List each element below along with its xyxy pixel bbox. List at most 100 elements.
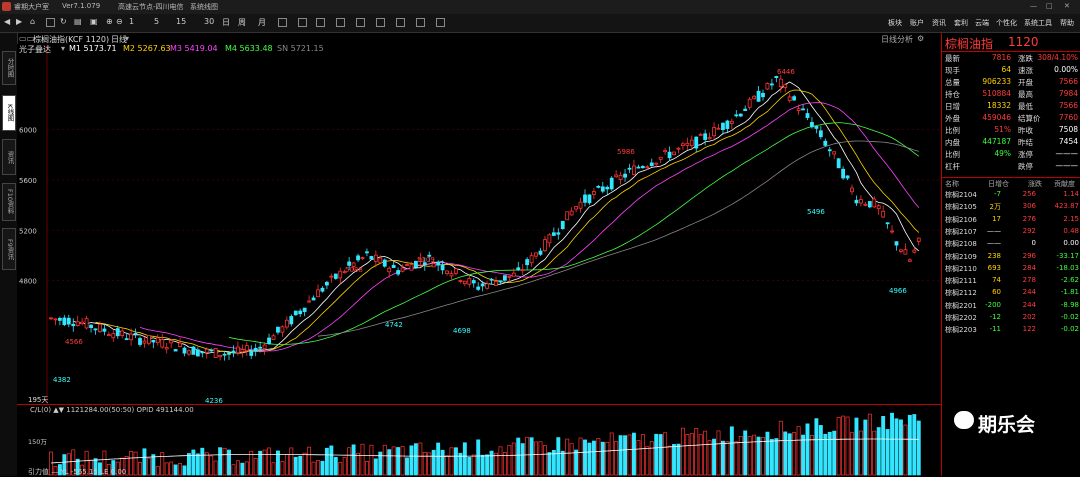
volume-bar bbox=[854, 417, 859, 476]
volume-bar bbox=[200, 447, 205, 476]
volume-bar bbox=[894, 418, 899, 476]
contract-row[interactable]: 棕榈2105 2万 306 423.87 bbox=[942, 202, 1080, 214]
tab-kline[interactable]: K线图 bbox=[2, 95, 16, 131]
alert-icon[interactable] bbox=[376, 18, 385, 27]
layout-icon[interactable] bbox=[436, 18, 445, 27]
volume-bar bbox=[351, 444, 356, 476]
volume-bar bbox=[360, 443, 365, 476]
contract-row[interactable]: 棕榈2111 74 278 -2.62 bbox=[942, 276, 1080, 288]
period-day[interactable]: 日 bbox=[222, 17, 230, 28]
contract-header-cell[interactable]: 涨跌 bbox=[1028, 179, 1042, 189]
candle-body bbox=[458, 280, 463, 282]
candle-body bbox=[195, 349, 200, 357]
contract-header-cell[interactable]: 贡献度 bbox=[1054, 179, 1075, 189]
tab-news[interactable]: 资讯 bbox=[2, 139, 16, 175]
forward-icon[interactable]: ▶ bbox=[16, 17, 22, 26]
candle-body bbox=[698, 133, 703, 136]
volume-bar bbox=[409, 445, 414, 476]
tab-f9[interactable]: F9资讯 bbox=[2, 228, 16, 270]
chart-icon[interactable]: ▤ bbox=[74, 17, 82, 26]
window-label[interactable]: 系统线图 bbox=[190, 2, 218, 12]
contract-header-cell[interactable]: 名称 bbox=[945, 179, 959, 189]
candle-body bbox=[307, 300, 312, 303]
list-icon[interactable] bbox=[46, 18, 55, 27]
chart-settings-icon[interactable]: ⚙ bbox=[917, 34, 924, 43]
contract-row[interactable]: 棕榈2112 60 244 -1.81 bbox=[942, 288, 1080, 300]
candle-body bbox=[525, 259, 530, 266]
contract-row[interactable]: 棕榈2110 693 284 -18.03 bbox=[942, 264, 1080, 276]
menu-news[interactable]: 资讯 bbox=[932, 18, 946, 28]
tab-f10[interactable]: F10资料 bbox=[2, 183, 16, 221]
tab-intraday[interactable]: 分时图 bbox=[2, 51, 16, 85]
indicator-name[interactable]: 光子叠达 bbox=[19, 44, 51, 55]
contract-row[interactable]: 棕榈2108 —— 0 0.00 bbox=[942, 239, 1080, 251]
menu-personalize[interactable]: 个性化 bbox=[996, 18, 1017, 28]
kline-chart[interactable]: 6446 5986 5496 5088 5109 4742 4698 4566 4382 4236… bbox=[17, 44, 941, 404]
volume-bar bbox=[436, 442, 441, 476]
menu-account[interactable]: 账户 bbox=[910, 18, 924, 28]
period-15[interactable]: 15 bbox=[176, 17, 186, 26]
candle-body bbox=[253, 347, 258, 352]
line-icon[interactable] bbox=[316, 18, 325, 27]
candle-body bbox=[801, 108, 805, 111]
calc-icon[interactable] bbox=[356, 18, 365, 27]
period-5[interactable]: 5 bbox=[154, 17, 159, 26]
close-button[interactable]: ✕ bbox=[1064, 2, 1070, 10]
candle-body bbox=[462, 280, 467, 285]
indicator-chevron-icon[interactable]: ▾ bbox=[61, 44, 65, 53]
contract-row[interactable]: 棕榈2107 —— 292 0.48 bbox=[942, 227, 1080, 239]
contract-row[interactable]: 棕榈2202 -12 202 -0.02 bbox=[942, 313, 1080, 325]
candle-body bbox=[431, 263, 436, 268]
back-icon[interactable]: ◀ bbox=[4, 17, 10, 26]
volume-chart[interactable] bbox=[17, 404, 941, 477]
candle-body bbox=[574, 206, 578, 210]
volume-bar bbox=[707, 440, 712, 476]
divider bbox=[942, 177, 1080, 178]
period-week[interactable]: 周 bbox=[238, 17, 246, 28]
contract-row[interactable]: 棕榈2203 -11 122 -0.02 bbox=[942, 325, 1080, 337]
volume-bar bbox=[498, 446, 503, 476]
period-month[interactable]: 月 bbox=[258, 17, 266, 28]
menu-tools[interactable]: 系统工具 bbox=[1024, 18, 1052, 28]
candle-body bbox=[235, 346, 240, 354]
refresh-icon[interactable]: ↻ bbox=[60, 17, 67, 26]
candle-body bbox=[645, 166, 650, 169]
price-label: 4236 bbox=[205, 397, 223, 404]
candle-body bbox=[191, 346, 196, 355]
period-1[interactable]: 1 bbox=[129, 17, 134, 26]
candle-body bbox=[49, 317, 53, 320]
volume-bar bbox=[654, 433, 659, 476]
volume-bar bbox=[431, 449, 436, 476]
candle-body bbox=[529, 255, 534, 264]
contract-row[interactable]: 棕榈2201 -200 244 -8.98 bbox=[942, 301, 1080, 313]
chevron-down-icon[interactable]: ▾ bbox=[125, 34, 129, 43]
zoom-out-icon[interactable]: ⊖ bbox=[116, 17, 123, 26]
contract-row[interactable]: 棕榈2104 -7 256 1.14 bbox=[942, 190, 1080, 202]
user-icon[interactable] bbox=[416, 18, 425, 27]
volume-bar bbox=[271, 462, 276, 476]
contract-row[interactable]: 棕榈2109 238 296 -33.17 bbox=[942, 252, 1080, 264]
menu-arbitrage[interactable]: 套利 bbox=[954, 18, 968, 28]
server-status[interactable]: 高速云节点-四川电信 bbox=[118, 2, 184, 12]
menu-icon[interactable]: ▭▭ bbox=[19, 34, 34, 43]
home-icon[interactable]: ⌂ bbox=[30, 17, 35, 26]
price-label: 4382 bbox=[53, 376, 71, 384]
text-icon[interactable] bbox=[298, 18, 307, 27]
minimize-button[interactable]: — bbox=[1030, 2, 1037, 10]
candle-body bbox=[716, 127, 721, 130]
menu-help[interactable]: 帮助 bbox=[1060, 18, 1074, 28]
draw-icon[interactable] bbox=[278, 18, 287, 27]
contract-row[interactable]: 棕榈2106 17 276 2.15 bbox=[942, 215, 1080, 227]
candle-body bbox=[520, 269, 525, 272]
save-icon[interactable]: ▣ bbox=[90, 17, 98, 26]
candle-body bbox=[667, 151, 672, 159]
settings-icon[interactable] bbox=[396, 18, 405, 27]
contract-header-cell[interactable]: 日增仓 bbox=[988, 179, 1009, 189]
menu-cloud[interactable]: 云端 bbox=[975, 18, 989, 28]
maximize-button[interactable]: □ bbox=[1046, 2, 1053, 10]
candle-body bbox=[387, 267, 392, 273]
grid-icon[interactable] bbox=[336, 18, 345, 27]
period-30[interactable]: 30 bbox=[204, 17, 214, 26]
zoom-in-icon[interactable]: ⊕ bbox=[106, 17, 113, 26]
menu-sector[interactable]: 板块 bbox=[888, 18, 902, 28]
